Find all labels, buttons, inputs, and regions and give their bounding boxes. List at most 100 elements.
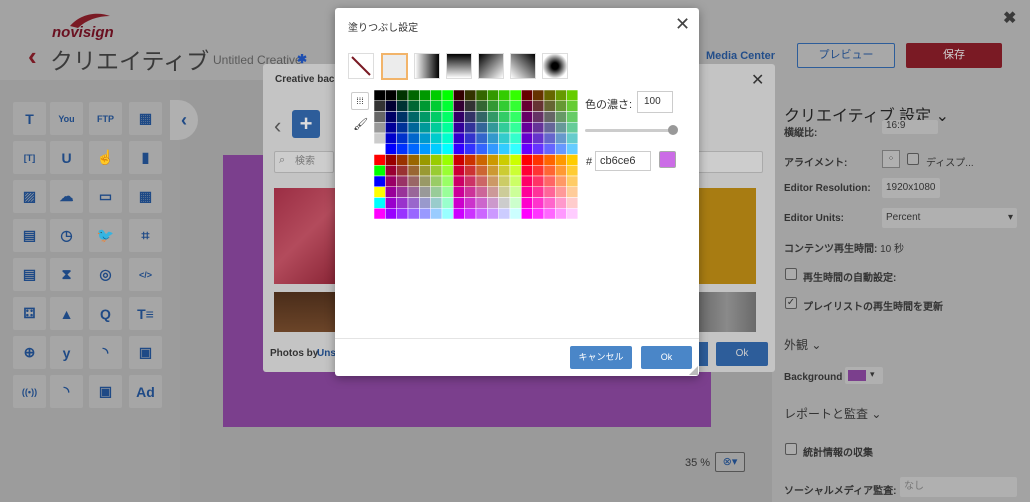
palette-swatch[interactable] (464, 154, 477, 166)
palette-swatch[interactable] (430, 111, 443, 123)
palette-swatch[interactable] (396, 100, 409, 112)
palette-swatch[interactable] (475, 186, 488, 198)
palette-swatch[interactable] (430, 143, 443, 155)
close-icon[interactable]: ✕ (751, 70, 764, 90)
palette-swatch[interactable] (521, 90, 533, 101)
palette-swatch[interactable] (374, 197, 386, 209)
palette-swatch[interactable] (430, 100, 443, 112)
photos-link[interactable]: Uns (317, 348, 336, 359)
palette-swatch[interactable] (475, 165, 488, 177)
palette-swatch[interactable] (498, 111, 511, 123)
clock-icon[interactable]: ◷ (50, 219, 83, 252)
palette-swatch[interactable] (396, 111, 409, 123)
zoom-icon[interactable]: ⊗▾ (715, 452, 745, 472)
palette-swatch[interactable] (453, 122, 465, 134)
palette-swatch[interactable] (555, 208, 567, 220)
palette-swatch[interactable] (487, 100, 499, 112)
cancel-button[interactable]: キャンセル (570, 346, 632, 369)
color-palette[interactable] (374, 90, 578, 262)
palette-swatch[interactable] (521, 122, 533, 134)
close-icon[interactable]: ✕ (675, 14, 690, 35)
palette-swatch[interactable] (509, 90, 522, 101)
palette-swatch[interactable] (430, 154, 443, 166)
palette-swatch[interactable] (385, 111, 397, 123)
palette-swatch[interactable] (555, 100, 567, 112)
palette-swatch[interactable] (430, 208, 443, 220)
palette-swatch[interactable] (430, 122, 443, 134)
palette-swatch[interactable] (566, 132, 578, 144)
palette-swatch[interactable] (532, 100, 545, 112)
palette-swatch[interactable] (543, 165, 556, 177)
film-icon[interactable]: ▤ (13, 219, 46, 252)
opacity-slider-handle[interactable] (668, 125, 678, 135)
palette-swatch[interactable] (532, 90, 545, 101)
palette-swatch[interactable] (498, 197, 511, 209)
palette-swatch[interactable] (555, 111, 567, 123)
palette-swatch[interactable] (407, 132, 420, 144)
palette-swatch[interactable] (555, 154, 567, 166)
palette-swatch[interactable] (385, 165, 397, 177)
touch-icon[interactable]: ☝ (89, 141, 122, 174)
shapes-icon[interactable]: ▲ (50, 297, 83, 330)
palette-swatch[interactable] (396, 175, 409, 187)
add-icon[interactable]: + (292, 110, 320, 138)
palette-swatch[interactable] (498, 208, 511, 220)
palette-swatch[interactable] (566, 197, 578, 209)
palette-swatch[interactable] (532, 111, 545, 123)
palette-swatch[interactable] (498, 122, 511, 134)
chevron-left-icon[interactable]: ‹ (274, 113, 281, 139)
palette-swatch[interactable] (487, 90, 499, 101)
palette-swatch[interactable] (475, 154, 488, 166)
palette-swatch[interactable] (509, 122, 522, 134)
palette-swatch[interactable] (464, 165, 477, 177)
palette-swatch[interactable] (430, 197, 443, 209)
palette-swatch[interactable] (374, 122, 386, 134)
palette-swatch[interactable] (407, 186, 420, 198)
fill-radial-icon[interactable] (542, 53, 568, 79)
palette-swatch[interactable] (566, 143, 578, 155)
palette-swatch[interactable] (407, 208, 420, 220)
update-playlist-checkbox[interactable]: ✓ (785, 297, 797, 309)
palette-swatch[interactable] (464, 197, 477, 209)
palette-swatch[interactable] (498, 100, 511, 112)
palette-swatch[interactable] (430, 165, 443, 177)
background-thumbnail[interactable] (274, 292, 336, 332)
palette-grid-icon[interactable]: ⁞⁞⁞ (351, 92, 369, 110)
palette-swatch[interactable] (374, 154, 386, 166)
background-ok-button[interactable]: Ok (716, 342, 768, 366)
palette-swatch[interactable] (487, 175, 499, 187)
palette-swatch[interactable] (521, 154, 533, 166)
resize-handle[interactable] (689, 366, 698, 375)
palette-swatch[interactable] (441, 90, 454, 101)
rss-alt-icon[interactable]: ◝ (50, 375, 83, 408)
fill-linear-diagonal-icon[interactable] (478, 53, 504, 79)
globe-icon[interactable]: ⊕ (13, 336, 46, 369)
palette-swatch[interactable] (441, 122, 454, 134)
palette-swatch[interactable] (441, 154, 454, 166)
palette-swatch[interactable] (385, 132, 397, 144)
palette-swatch[interactable] (407, 143, 420, 155)
palette-swatch[interactable] (543, 122, 556, 134)
palette-swatch[interactable] (509, 175, 522, 187)
palette-swatch[interactable] (566, 165, 578, 177)
media-center-link[interactable]: Media Center (706, 50, 775, 62)
palette-swatch[interactable] (498, 154, 511, 166)
palette-swatch[interactable] (419, 154, 431, 166)
palette-swatch[interactable] (396, 208, 409, 220)
palette-swatch[interactable] (509, 111, 522, 123)
background-color-picker[interactable]: ▾ (845, 367, 883, 384)
palette-swatch[interactable] (498, 143, 511, 155)
palette-swatch[interactable] (555, 165, 567, 177)
palette-swatch[interactable] (419, 197, 431, 209)
palette-swatch[interactable] (521, 143, 533, 155)
palette-swatch[interactable] (498, 165, 511, 177)
palette-swatch[interactable] (430, 132, 443, 144)
palette-swatch[interactable] (566, 186, 578, 198)
palette-swatch[interactable] (521, 100, 533, 112)
palette-swatch[interactable] (532, 143, 545, 155)
palette-swatch[interactable] (430, 186, 443, 198)
auto-duration-checkbox[interactable] (785, 268, 797, 280)
palette-swatch[interactable] (521, 111, 533, 123)
background-thumbnail[interactable] (698, 292, 756, 332)
palette-swatch[interactable] (464, 175, 477, 187)
